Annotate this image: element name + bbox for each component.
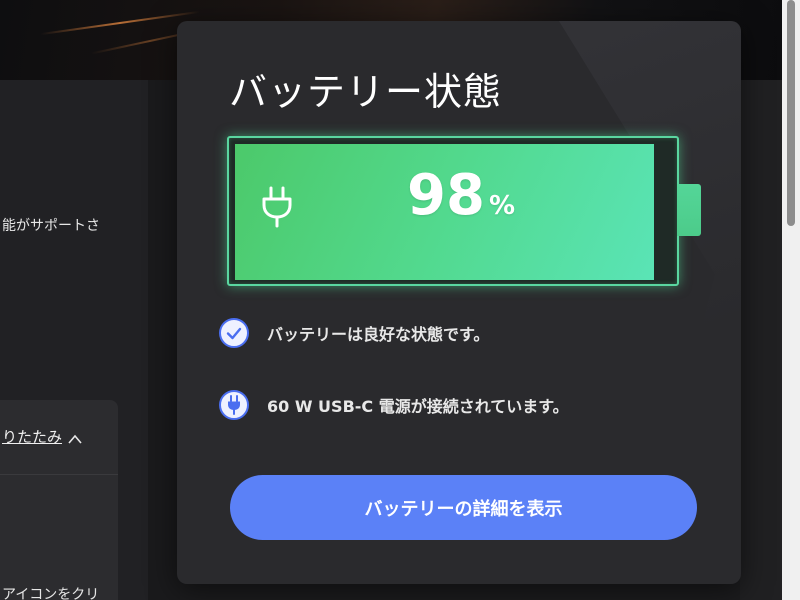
scrollbar-thumb[interactable] [787, 0, 795, 226]
feature-description: 能がサポートさ [2, 218, 100, 234]
right-panel [740, 80, 782, 600]
power-source-text: 60 W USB-C 電源が接続されています。 [267, 397, 569, 416]
card-divider [0, 474, 118, 475]
banner-light-streak [40, 10, 200, 36]
battery-percent-value: 98 [407, 163, 485, 228]
panel-gap [148, 80, 180, 600]
view-battery-details-button[interactable]: バッテリーの詳細を表示 [230, 475, 697, 540]
battery-gauge: 98% [227, 136, 679, 286]
flyout-title: バッテリー状態 [229, 70, 503, 114]
check-circle-icon [219, 318, 249, 348]
battery-status-flyout: バッテリー状態 98% バッテリーは良好な状態です。 60 W USB-C 電源… [177, 21, 741, 584]
card-description: アイコンをクリ [2, 587, 100, 600]
chevron-up-icon[interactable] [68, 432, 82, 446]
collapse-link[interactable]: りたたみ [2, 426, 62, 447]
plug-icon [262, 186, 292, 228]
battery-percent-unit: % [488, 191, 515, 221]
power-source-status: 60 W USB-C 電源が接続されています。 [219, 390, 569, 420]
page-scrollbar[interactable] [782, 0, 800, 600]
plug-circle-icon [219, 390, 249, 420]
battery-health-text: バッテリーは良好な状態です。 [267, 325, 490, 344]
battery-health-status: バッテリーは良好な状態です。 [219, 318, 489, 348]
battery-percentage: 98% [407, 163, 515, 228]
collapsible-card: りたたみ アイコンをクリ [0, 400, 118, 600]
battery-terminal [677, 184, 701, 236]
